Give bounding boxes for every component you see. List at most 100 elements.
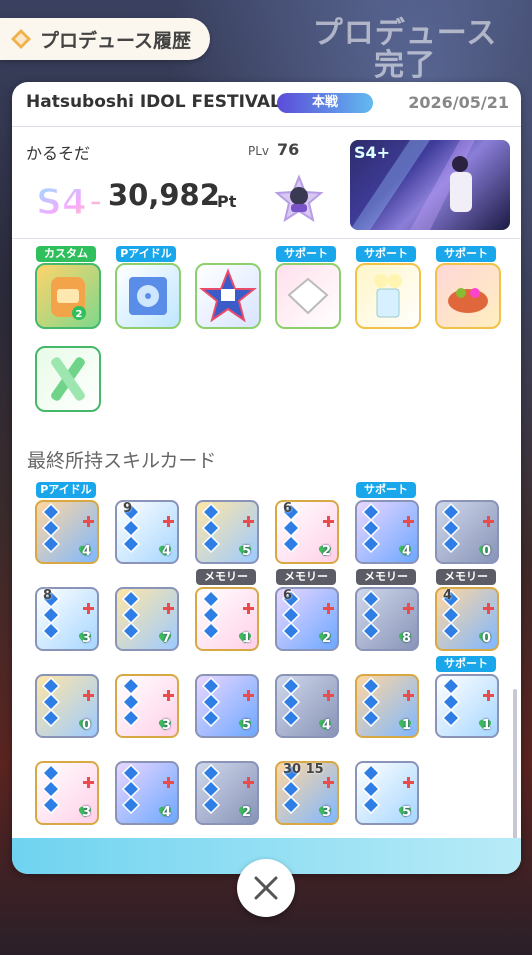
skill-card[interactable]: 94 (115, 500, 179, 564)
skill-card[interactable]: 5 (355, 761, 419, 825)
skill-card-count: 3 (322, 805, 332, 820)
skill-card[interactable]: 0 (35, 674, 99, 738)
skill-card[interactable]: 1 (435, 674, 499, 738)
tag-skill-support-2: サポート (436, 656, 496, 672)
skill-card[interactable]: 83 (35, 587, 99, 651)
item-support-drink[interactable] (355, 263, 421, 329)
skill-card[interactable]: 2 (195, 761, 259, 825)
tag-support-1: サポート (276, 246, 336, 262)
skill-card-count: 0 (482, 631, 492, 646)
plv-value: 76 (277, 140, 300, 159)
skill-card-count: 3 (82, 805, 92, 820)
tag-support-3: サポート (436, 246, 496, 262)
paper-icon (287, 277, 329, 315)
skill-card[interactable]: 62 (275, 587, 339, 651)
skill-card[interactable]: 4 (275, 674, 339, 738)
skill-card-cost: 9 (123, 501, 133, 516)
skill-card-count: 4 (322, 718, 332, 733)
produce-date: 2026/05/21 (408, 93, 509, 112)
close-icon (254, 876, 278, 900)
skill-card[interactable]: 4 (35, 500, 99, 564)
star-badge-icon (199, 268, 257, 323)
tag-p-idol: Pアイドル (116, 246, 176, 262)
tag-memory-1: メモリー (196, 569, 256, 585)
drink-icon (374, 274, 402, 318)
score-value: 30,982 (108, 178, 220, 212)
idol-star-icon (274, 174, 324, 223)
custom-count: 2 (76, 309, 83, 320)
plv-label: PLv (248, 144, 270, 158)
skill-card-cost: 30 15 (283, 762, 324, 777)
skill-card[interactable]: 4 (115, 761, 179, 825)
skill-card-count: 4 (162, 544, 172, 559)
item-custom-backpack[interactable]: 2 (35, 263, 101, 329)
item-support-paper[interactable] (275, 263, 341, 329)
gem-icon (11, 29, 31, 49)
skill-card[interactable]: 62 (275, 500, 339, 564)
lightstick-icon (51, 357, 85, 401)
item-support-sweets[interactable] (435, 263, 501, 329)
skill-card-count: 1 (482, 718, 492, 733)
skill-card[interactable]: 30 15 3 (275, 761, 339, 825)
skill-card-section-title: 最終所持スキルカード (27, 450, 217, 472)
skill-card-count: 0 (482, 544, 492, 559)
skill-card[interactable]: 40 (435, 587, 499, 651)
skill-card-count: 2 (242, 805, 252, 820)
skill-card[interactable]: 1 (195, 587, 259, 651)
skill-card[interactable]: 0 (435, 500, 499, 564)
produce-detail-scroll[interactable]: カスタム Pアイドル サポート サポート サポート 2 最終所持スキルカード P… (12, 239, 521, 842)
tag-skill-support-1: サポート (356, 482, 416, 498)
skill-card-count: 8 (402, 631, 412, 646)
score-unit: Pt (217, 192, 237, 211)
skill-card-count: 4 (162, 805, 172, 820)
skill-card[interactable]: 5 (195, 500, 259, 564)
skill-card-count: 7 (162, 631, 172, 646)
produce-summary: かるそだ PLv 76 S4+ 30,982 Pt S4+ (12, 126, 521, 239)
skill-card-count: 5 (402, 805, 412, 820)
tag-memory-4: メモリー (436, 569, 496, 585)
skill-card-count: 3 (82, 631, 92, 646)
stage-photo-icon: S4+ (350, 140, 475, 230)
skill-card[interactable]: 3 (115, 674, 179, 738)
produce-thumbnail[interactable]: S4+ (350, 140, 510, 230)
thumb-rank-text: S4+ (354, 143, 390, 162)
scrollbar[interactable] (513, 689, 517, 842)
skill-card[interactable]: 8 (355, 587, 419, 651)
skill-card-cost: 6 (283, 588, 293, 603)
skill-card-cost: 4 (443, 588, 453, 603)
skill-card-count: 1 (402, 718, 412, 733)
skill-card[interactable]: 3 (35, 761, 99, 825)
produce-history-header: プロデュース履歴 (0, 18, 210, 60)
sweets-icon (448, 288, 488, 313)
skill-card-cost: 6 (283, 501, 293, 516)
skill-card[interactable]: 1 (355, 674, 419, 738)
skill-card-count: 5 (242, 544, 252, 559)
history-panel: Hatsuboshi IDOL FESTIVAL 本戦 2026/05/21 か… (12, 82, 521, 874)
tag-memory-3: メモリー (356, 569, 416, 585)
item-star-badge[interactable] (195, 263, 261, 329)
tag-support-2: サポート (356, 246, 416, 262)
skill-card[interactable]: 7 (115, 587, 179, 651)
stage-badge: 本戦 (277, 93, 373, 113)
skill-card-count: 1 (242, 631, 252, 646)
rank-badge-text: S4+ (36, 182, 100, 223)
item-p-idol-cd[interactable] (115, 263, 181, 329)
item-custom-lightstick[interactable] (35, 346, 101, 412)
produce-history-title: プロデュース履歴 (40, 29, 192, 52)
tag-custom: カスタム (36, 246, 96, 262)
title-row: Hatsuboshi IDOL FESTIVAL 本戦 2026/05/21 (12, 82, 521, 127)
skill-card-count: 0 (82, 718, 92, 733)
event-title: Hatsuboshi IDOL FESTIVAL (26, 92, 281, 112)
skill-card-count: 4 (402, 544, 412, 559)
tag-skill-p-idol: Pアイドル (36, 482, 96, 498)
background-complete-text: プロデュース 完了 (312, 16, 498, 83)
skill-card-count: 5 (242, 718, 252, 733)
skill-card-count: 2 (322, 544, 332, 559)
skill-card-cost: 8 (43, 588, 53, 603)
skill-card[interactable]: 5 (195, 674, 259, 738)
skill-card-count: 2 (322, 631, 332, 646)
rank-badge-icon: S4+ (35, 181, 100, 224)
close-button[interactable] (237, 859, 295, 917)
backpack-icon: 2 (51, 277, 86, 320)
skill-card[interactable]: 4 (355, 500, 419, 564)
